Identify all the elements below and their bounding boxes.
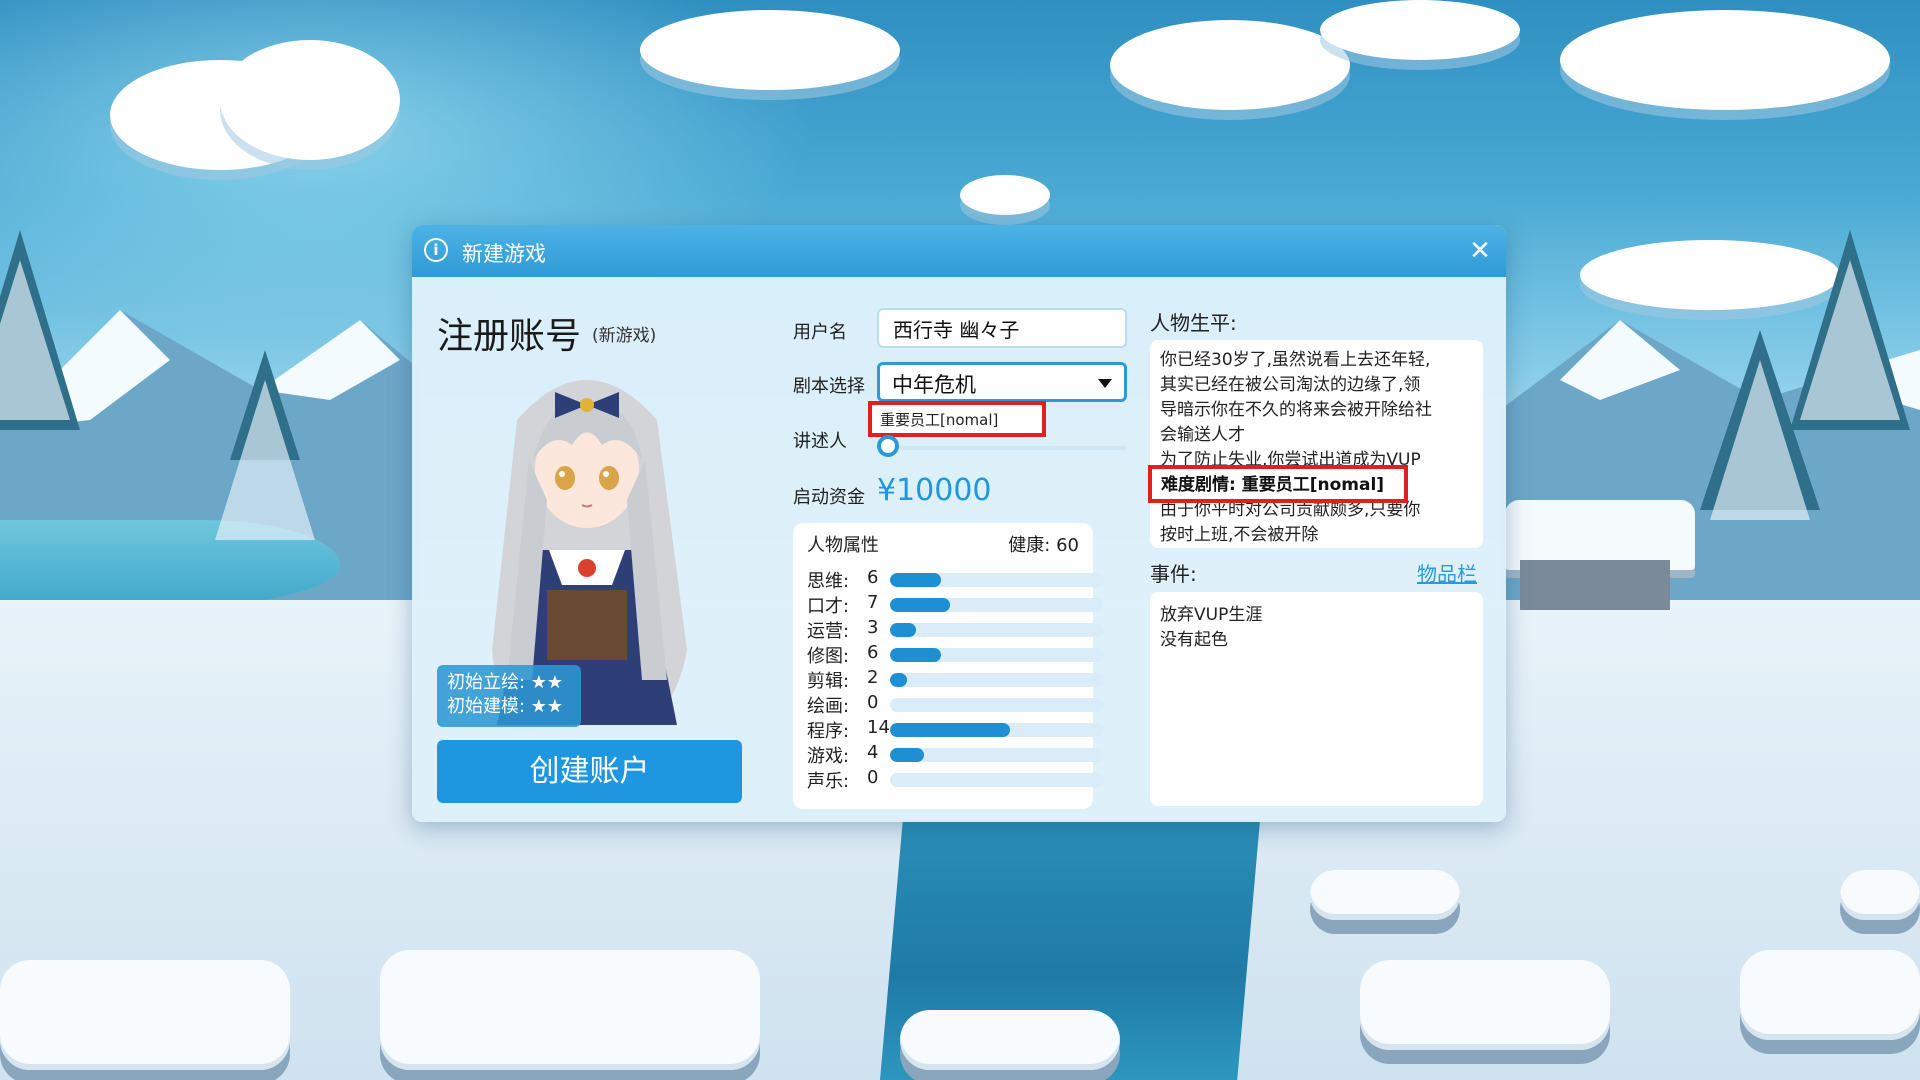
attribute-row: 运营: 3 <box>807 617 1104 642</box>
info-icon: i <box>424 238 448 262</box>
username-input[interactable]: 西行寺 幽々子 <box>877 308 1127 348</box>
cloud <box>1320 0 1520 60</box>
events-label: 事件: <box>1150 562 1197 586</box>
snow-rock <box>1840 870 1920 920</box>
cloud <box>640 10 900 90</box>
cloud <box>220 40 400 160</box>
script-label: 剧本选择 <box>793 376 865 397</box>
model-stars: 初始建模: ★★ <box>447 696 564 717</box>
attribute-bar-fill <box>890 573 942 587</box>
attribute-bar <box>890 698 1104 712</box>
biography-line: 其实已经在被公司淘汰的边缘了,领 <box>1160 375 1421 395</box>
dialog-title: 新建游戏 <box>462 242 546 266</box>
inventory-link[interactable]: 物品栏 <box>1417 558 1477 587</box>
narrator-label: 讲述人 <box>793 431 847 452</box>
narrator-slider-handle[interactable] <box>877 435 899 457</box>
attribute-value: 0 <box>867 767 879 788</box>
snow-rock <box>1740 950 1920 1040</box>
attribute-bar-fill <box>890 748 925 762</box>
narrator-slider-track[interactable] <box>887 446 1127 450</box>
dialog-titlebar: i 新建游戏 ✕ <box>412 225 1506 277</box>
attribute-bar-fill <box>890 673 908 687</box>
new-game-dialog: i 新建游戏 ✕ 注册账号 (新游戏) 初始立绘: ★★ 初始建模: ★★ 创建… <box>412 225 1506 822</box>
cloud <box>1110 20 1350 110</box>
snow-rock <box>380 950 760 1070</box>
username-label: 用户名 <box>793 322 847 343</box>
attribute-bar-fill <box>890 623 916 637</box>
biography-text: 你已经30岁了,虽然说看上去还年轻, 其实已经在被公司淘汰的边缘了,领 导暗示你… <box>1160 348 1472 473</box>
biography-tail: 由于你平时对公司贡献颇多,只要你 按时上班,不会被开除 <box>1160 498 1472 548</box>
script-select[interactable]: 中年危机 <box>877 362 1127 402</box>
attribute-bar <box>890 598 1104 612</box>
attribute-bar <box>890 723 1104 737</box>
attribute-value: 4 <box>867 742 879 763</box>
biography-line: 你已经30岁了,虽然说看上去还年轻, <box>1160 350 1431 370</box>
pine-tree <box>215 350 315 540</box>
attribute-value: 6 <box>867 567 879 588</box>
funds-label: 启动资金 <box>793 487 865 508</box>
attribute-row: 绘画: 0 <box>807 692 1104 717</box>
attribute-value: 7 <box>867 592 879 613</box>
snow-rock <box>1310 870 1460 920</box>
script-select-value: 中年危机 <box>892 373 976 397</box>
attribute-value: 0 <box>867 692 879 713</box>
snow-rock <box>900 1010 1120 1070</box>
health-value: 健康: 60 <box>1008 535 1079 556</box>
attribute-bar <box>890 673 1104 687</box>
attribute-row: 口才: 7 <box>807 592 1104 617</box>
create-account-button[interactable]: 创建账户 <box>437 740 742 803</box>
attribute-value: 3 <box>867 617 879 638</box>
attribute-bar-fill <box>890 598 950 612</box>
attribute-value: 14 <box>867 717 890 738</box>
events-box: 放弃VUP生涯 没有起色 <box>1150 592 1483 806</box>
attribute-row: 剪辑: 2 <box>807 667 1104 692</box>
attribute-value: 6 <box>867 642 879 663</box>
cloud <box>1560 10 1890 110</box>
biography-line: 导暗示你在不久的将来会被开除给社 <box>1160 400 1432 420</box>
register-subtitle: (新游戏) <box>592 326 657 346</box>
attribute-row: 程序: 14 <box>807 717 1104 742</box>
attribute-bar <box>890 573 1104 587</box>
biography-line: 会输送人才 <box>1160 425 1245 445</box>
pine-tree <box>0 230 80 430</box>
script-dropdown-option[interactable]: 重要员工[nomal] <box>868 401 1046 437</box>
biography-line: 按时上班,不会被开除 <box>1160 525 1319 545</box>
attributes-panel: 人物属性 健康: 60 思维: 6 口才: 7 运营: 3 修图: 6 剪辑: 2 绘画: 0 程序: 1… <box>793 523 1104 809</box>
attribute-bar-fill <box>890 648 942 662</box>
hut <box>1520 560 1670 610</box>
pine-tree <box>1700 330 1820 520</box>
portrait-stars: 初始立绘: ★★ <box>447 672 564 693</box>
funds-value: ¥10000 <box>877 473 992 508</box>
attribute-bar <box>890 648 1104 662</box>
attribute-value: 2 <box>867 667 879 688</box>
attribute-bar <box>890 773 1104 787</box>
attribute-bar <box>890 748 1104 762</box>
chevron-down-icon <box>1098 379 1112 388</box>
initial-stars-badge: 初始立绘: ★★ 初始建模: ★★ <box>437 665 581 727</box>
snow-rock <box>1360 960 1610 1050</box>
snow-rock <box>0 960 290 1070</box>
difficulty-highlight: 难度剧情: 重要员工[nomal] <box>1148 465 1408 503</box>
event-item: 放弃VUP生涯 <box>1160 605 1263 625</box>
attribute-row: 声乐: 0 <box>807 767 1104 792</box>
attribute-row: 游戏: 4 <box>807 742 1104 767</box>
attribute-bar <box>890 623 1104 637</box>
attribute-row: 思维: 6 <box>807 567 1104 592</box>
attributes-title: 人物属性 <box>807 535 879 556</box>
attribute-bar-fill <box>890 723 1010 737</box>
event-item: 没有起色 <box>1160 630 1228 650</box>
attribute-row: 修图: 6 <box>807 642 1104 667</box>
cloud <box>960 175 1050 215</box>
biography-label: 人物生平: <box>1150 311 1237 335</box>
close-button[interactable]: ✕ <box>1466 237 1494 265</box>
